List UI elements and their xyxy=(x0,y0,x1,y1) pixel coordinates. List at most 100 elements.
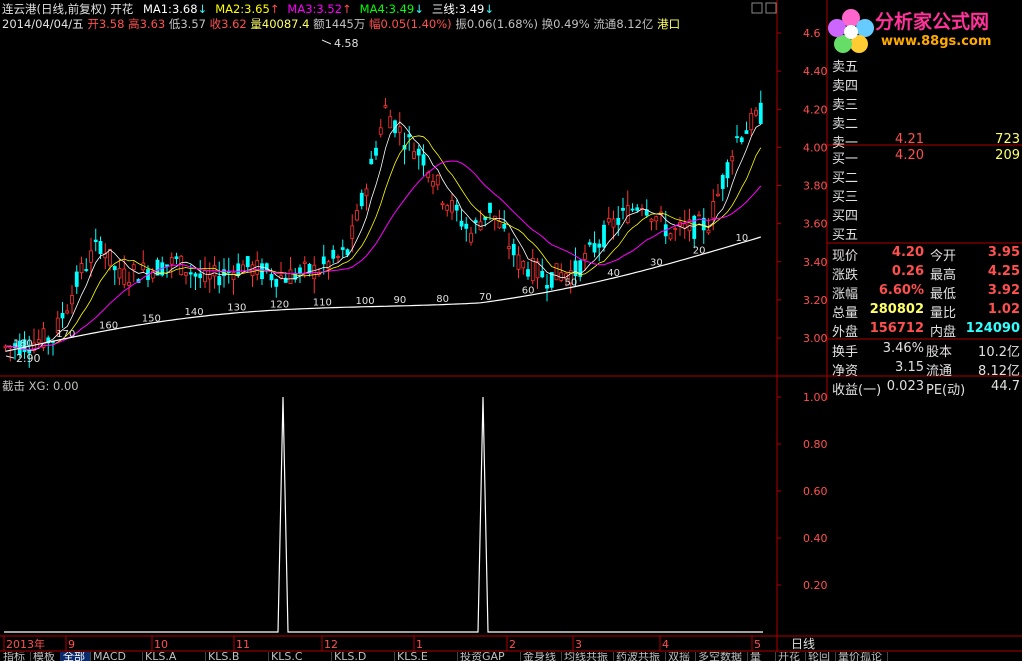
ma-value: 3.52 xyxy=(316,2,343,16)
fundamental-label: 净资 xyxy=(832,364,859,379)
candle-body xyxy=(583,253,587,260)
day-count-label: 50 xyxy=(565,277,578,288)
amplitude-label: 振 xyxy=(455,17,467,31)
candle-body xyxy=(739,137,744,143)
ma-indicator: MA4:3.49↓ xyxy=(360,2,424,16)
candle-body xyxy=(464,223,469,229)
quote-label: 今开 xyxy=(930,249,957,264)
turnover-label: 换 xyxy=(541,17,554,31)
day-count-label: 140 xyxy=(185,307,204,318)
quote-value: 6.60% xyxy=(878,283,924,298)
tab-4[interactable]: KLS.A xyxy=(142,652,206,661)
ask-price: 4.21 xyxy=(895,132,924,147)
tab-12[interactable]: 药波共振 xyxy=(613,652,666,661)
quote-value: 4.20 xyxy=(891,245,924,260)
candle-body xyxy=(630,208,635,211)
candle-body xyxy=(440,202,445,205)
candle-body xyxy=(526,269,530,277)
candle-body xyxy=(511,244,516,256)
candle-body xyxy=(654,216,659,222)
tab-5[interactable]: KLS.B xyxy=(205,652,269,661)
quote-label: 总量 xyxy=(832,306,859,321)
candle-body xyxy=(302,261,307,264)
tab-2[interactable]: 全部 xyxy=(60,652,91,661)
candle-body xyxy=(749,112,754,131)
day-count-label: 100 xyxy=(356,296,375,307)
tab-9[interactable]: 投资GAP xyxy=(457,652,521,661)
bid-price: 4.20 xyxy=(895,148,924,163)
tab-10[interactable]: 金身线 xyxy=(520,652,562,661)
ma-value: 3.49 xyxy=(458,2,485,16)
quote-label: 最低 xyxy=(930,287,957,302)
tab-11[interactable]: 均线共振 xyxy=(561,652,614,661)
tab-1[interactable]: 模板 xyxy=(30,652,61,661)
tab-7[interactable]: KLS.D xyxy=(331,652,395,661)
time-tick-label: 1 xyxy=(416,638,423,651)
fundamental-row: 收益(一) 0.023 PE(动) 44.7 xyxy=(829,378,1022,398)
candle-body xyxy=(179,255,184,275)
tab-15[interactable]: 量 xyxy=(747,652,776,661)
tab-13[interactable]: 双摇 xyxy=(665,652,696,661)
candle-body xyxy=(711,201,716,219)
quote-value: 3.95 xyxy=(987,245,1020,260)
window-controls[interactable] xyxy=(751,2,777,14)
candle-body xyxy=(340,247,345,250)
tab-6[interactable]: KLS.C xyxy=(268,652,332,661)
tab-17[interactable]: 轮回 xyxy=(805,652,836,661)
tab-18[interactable]: 量价孤论 xyxy=(835,652,888,661)
bid-row: 买二 xyxy=(829,166,1022,186)
ma-label: MA3: xyxy=(287,2,317,16)
open-value: 3.58 xyxy=(98,17,125,31)
candle-body xyxy=(117,268,122,279)
candle-body xyxy=(89,250,93,263)
ma-arrow-icon: ↓ xyxy=(197,2,208,16)
candle-body xyxy=(359,192,364,207)
candle-body xyxy=(274,279,279,287)
candle-body xyxy=(122,268,127,285)
quote-value: 124090 xyxy=(965,321,1020,336)
minimize-icon[interactable] xyxy=(751,2,763,14)
quote-value: 4.25 xyxy=(987,264,1020,279)
time-tick-label: 4 xyxy=(662,638,669,651)
candle-body xyxy=(625,205,630,224)
fundamental-label: 流通 xyxy=(926,364,953,379)
tab-3[interactable]: MACD xyxy=(90,652,143,661)
ma-indicator: 三线:3.49↓ xyxy=(432,2,494,16)
day-count-label: 120 xyxy=(270,299,289,310)
tab-16[interactable]: 开花 xyxy=(775,652,806,661)
candle-body xyxy=(407,134,412,138)
candle-body xyxy=(383,105,388,108)
volume-label: 量 xyxy=(250,17,262,31)
candle-body xyxy=(431,181,435,187)
logo-url: www.88gs.com xyxy=(881,34,992,49)
quote-label: 量比 xyxy=(930,306,957,321)
candle-body xyxy=(321,256,326,265)
quote-value: 0.26 xyxy=(891,264,924,279)
candle-body xyxy=(84,269,89,271)
ma-arrow-icon: ↑ xyxy=(269,2,280,16)
tab-8[interactable]: KLS.E xyxy=(394,652,458,661)
ma-arrow-icon: ↑ xyxy=(342,2,352,16)
maximize-icon[interactable] xyxy=(765,2,777,14)
candle-body xyxy=(454,204,459,211)
time-tick-label: 10 xyxy=(154,638,168,651)
tab-0[interactable]: 指标 xyxy=(0,652,31,661)
sector-label[interactable]: 港口 xyxy=(657,17,680,31)
ask-label: 卖四 xyxy=(832,79,859,94)
fundamental-value: 3.15 xyxy=(895,360,924,375)
tab-14[interactable]: 多空数据 xyxy=(695,652,748,661)
candle-body xyxy=(635,207,640,211)
header-line-1: 连云港(日线,前复权) 开花 MA1:3.68↓ MA2:3.65↑ MA3:3.5… xyxy=(2,1,502,16)
candle-body xyxy=(473,220,478,223)
indicator-tick-label: 0.60 xyxy=(803,485,828,498)
candle-body xyxy=(79,263,84,274)
ma-value: 3.65 xyxy=(244,2,270,16)
fundamental-label: 换手 xyxy=(832,345,859,360)
ma-arrow-icon: ↓ xyxy=(484,2,495,16)
candle-body xyxy=(198,273,203,279)
period-label[interactable]: 日线 xyxy=(791,637,815,651)
candle-body xyxy=(412,151,416,159)
quote-label: 外盘 xyxy=(832,325,859,340)
candle-body xyxy=(108,249,112,266)
candle-body xyxy=(611,218,616,228)
